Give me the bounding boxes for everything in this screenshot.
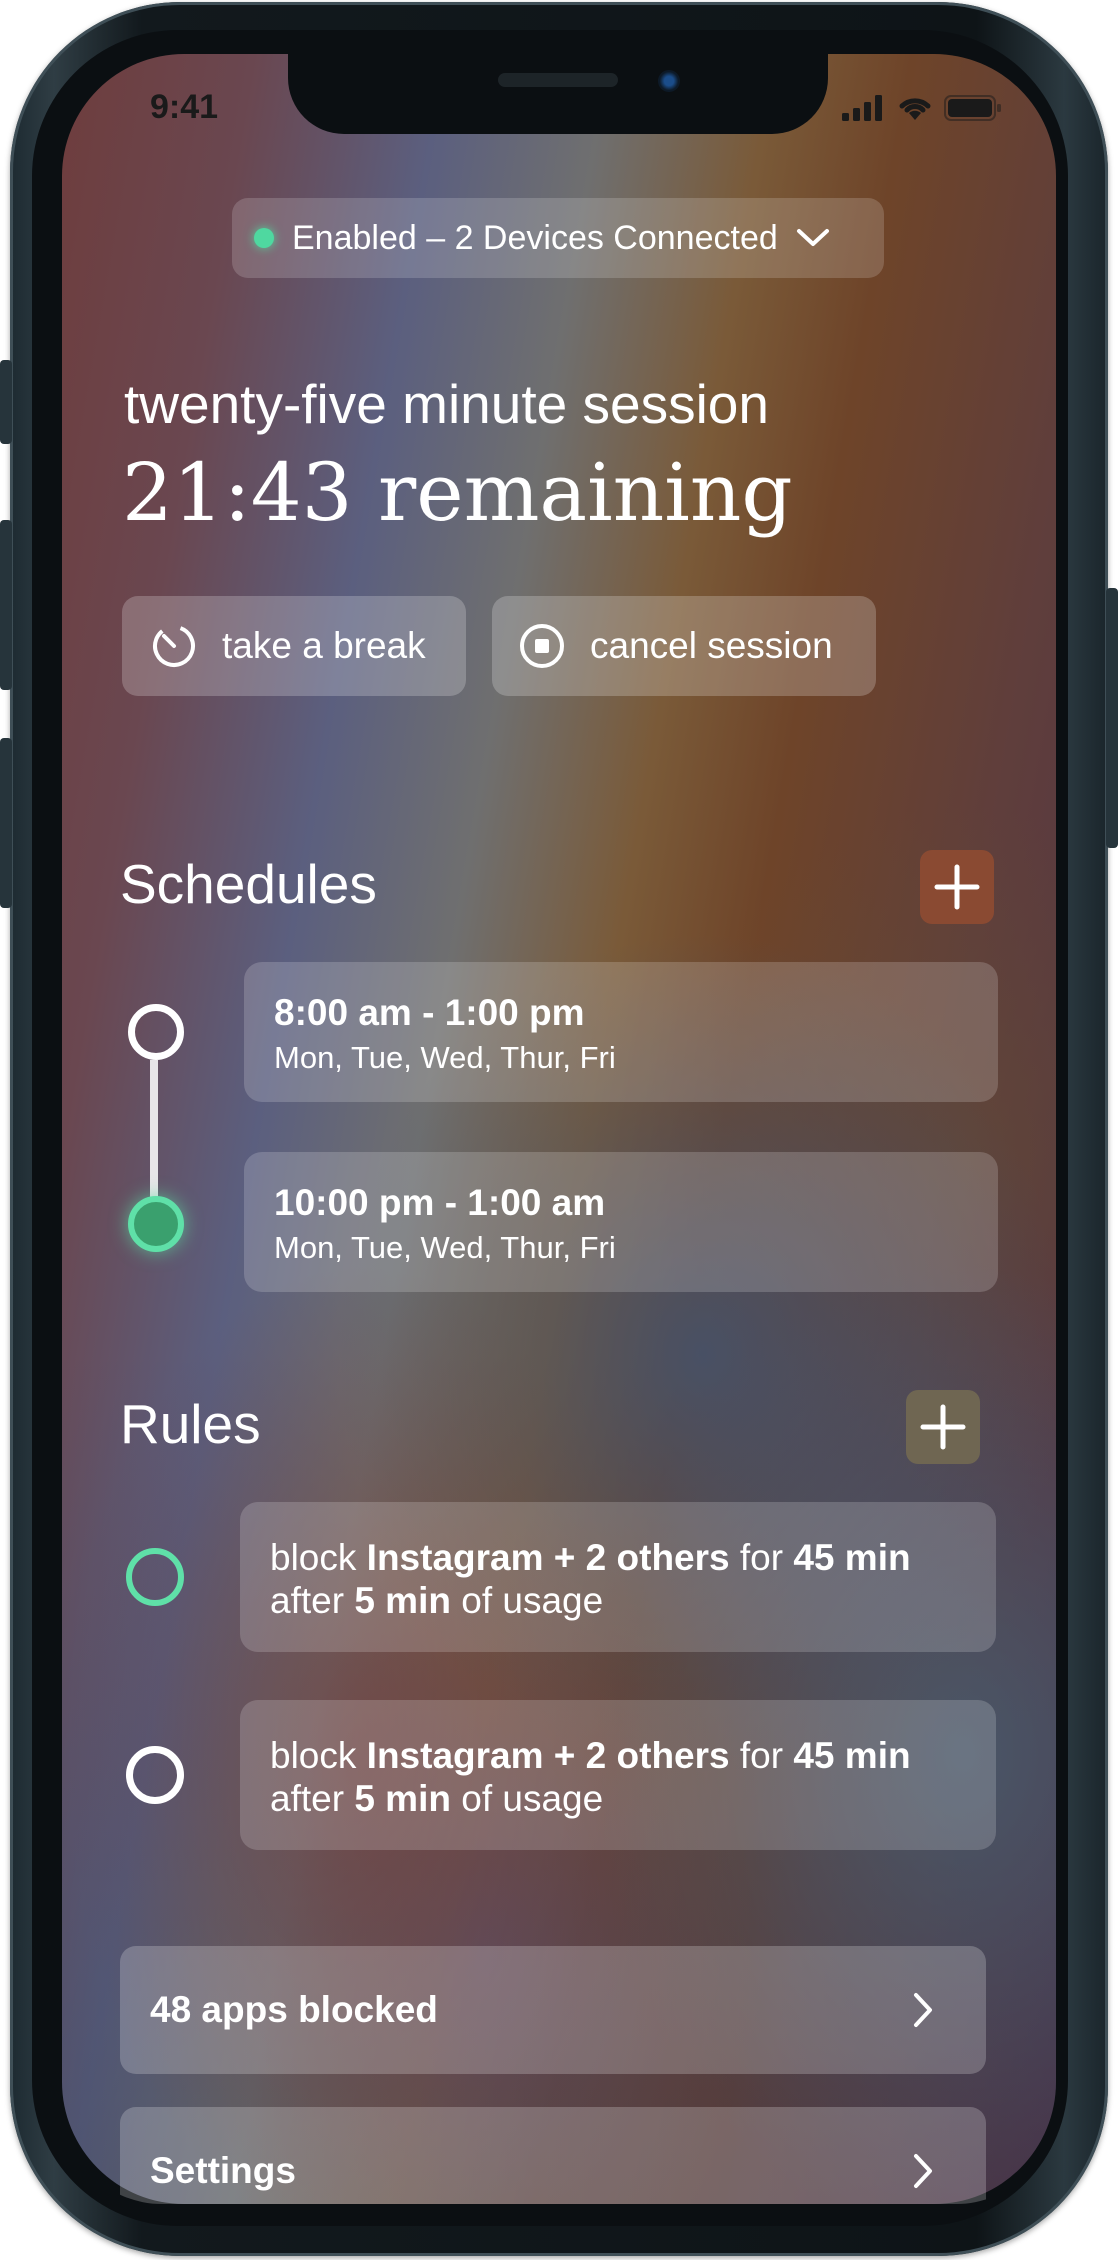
cancel-session-label: cancel session (590, 625, 833, 666)
volume-up-button (0, 520, 12, 690)
battery-icon (944, 95, 1001, 121)
cancel-session-button[interactable]: cancel session (492, 596, 876, 696)
chevron-right-icon (914, 2154, 932, 2188)
volume-down-button (0, 738, 12, 908)
connection-status-dropdown[interactable]: Enabled – 2 Devices Connected (232, 198, 884, 278)
schedule-days: Mon, Tue, Wed, Thur, Fri (274, 1040, 616, 1075)
schedule-1-toggle[interactable] (128, 1004, 184, 1060)
add-schedule-button[interactable] (920, 850, 994, 924)
plus-icon (934, 864, 980, 910)
session-title: twenty-five minute session (124, 373, 769, 435)
ringer-switch (0, 360, 12, 444)
status-dot (254, 228, 274, 248)
schedules-heading: Schedules (120, 853, 377, 915)
plus-icon (920, 1404, 966, 1450)
settings-row[interactable]: Settings (120, 2107, 986, 2204)
time-remaining: 21:43 remaining (122, 446, 793, 539)
rules-heading: Rules (120, 1393, 261, 1455)
stop-icon (520, 624, 564, 668)
earpiece-speaker (498, 73, 618, 87)
chevron-down-icon (796, 229, 829, 246)
schedule-time: 10:00 pm - 1:00 am (274, 1182, 606, 1223)
signal-icon (842, 95, 882, 121)
settings-label: Settings (150, 2150, 296, 2191)
schedule-days: Mon, Tue, Wed, Thur, Fri (274, 1230, 616, 1265)
chevron-right-icon (914, 1993, 932, 2027)
timer-icon (153, 625, 195, 667)
take-break-button[interactable]: take a break (122, 596, 466, 696)
status-icons (842, 94, 1002, 122)
apps-blocked-label: 48 apps blocked (150, 1989, 438, 2030)
schedule-time: 8:00 am - 1:00 pm (274, 992, 585, 1033)
rule-description: block Instagram + 2 others for 45 min af… (270, 1735, 911, 1819)
settings-row-clip: Settings (62, 2104, 1056, 2204)
take-break-label: take a break (222, 625, 426, 666)
notch (288, 54, 828, 134)
power-button (1106, 588, 1118, 848)
schedule-card[interactable]: 10:00 pm - 1:00 am Mon, Tue, Wed, Thur, … (244, 1152, 998, 1292)
rule-1-toggle[interactable] (126, 1548, 184, 1606)
rule-card[interactable]: block Instagram + 2 others for 45 min af… (240, 1700, 996, 1850)
front-camera (658, 70, 680, 92)
apps-blocked-row[interactable]: 48 apps blocked (120, 1946, 986, 2074)
schedule-card[interactable]: 8:00 am - 1:00 pm Mon, Tue, Wed, Thur, F… (244, 962, 998, 1102)
rule-description: block Instagram + 2 others for 45 min af… (270, 1537, 911, 1621)
rule-2-toggle[interactable] (126, 1746, 184, 1804)
connection-label: Enabled – 2 Devices Connected (292, 218, 778, 257)
status-time: 9:41 (150, 88, 219, 126)
schedule-2-toggle[interactable] (128, 1196, 184, 1252)
rule-card[interactable]: block Instagram + 2 others for 45 min af… (240, 1502, 996, 1652)
wifi-icon (899, 98, 931, 120)
add-rule-button[interactable] (906, 1390, 980, 1464)
